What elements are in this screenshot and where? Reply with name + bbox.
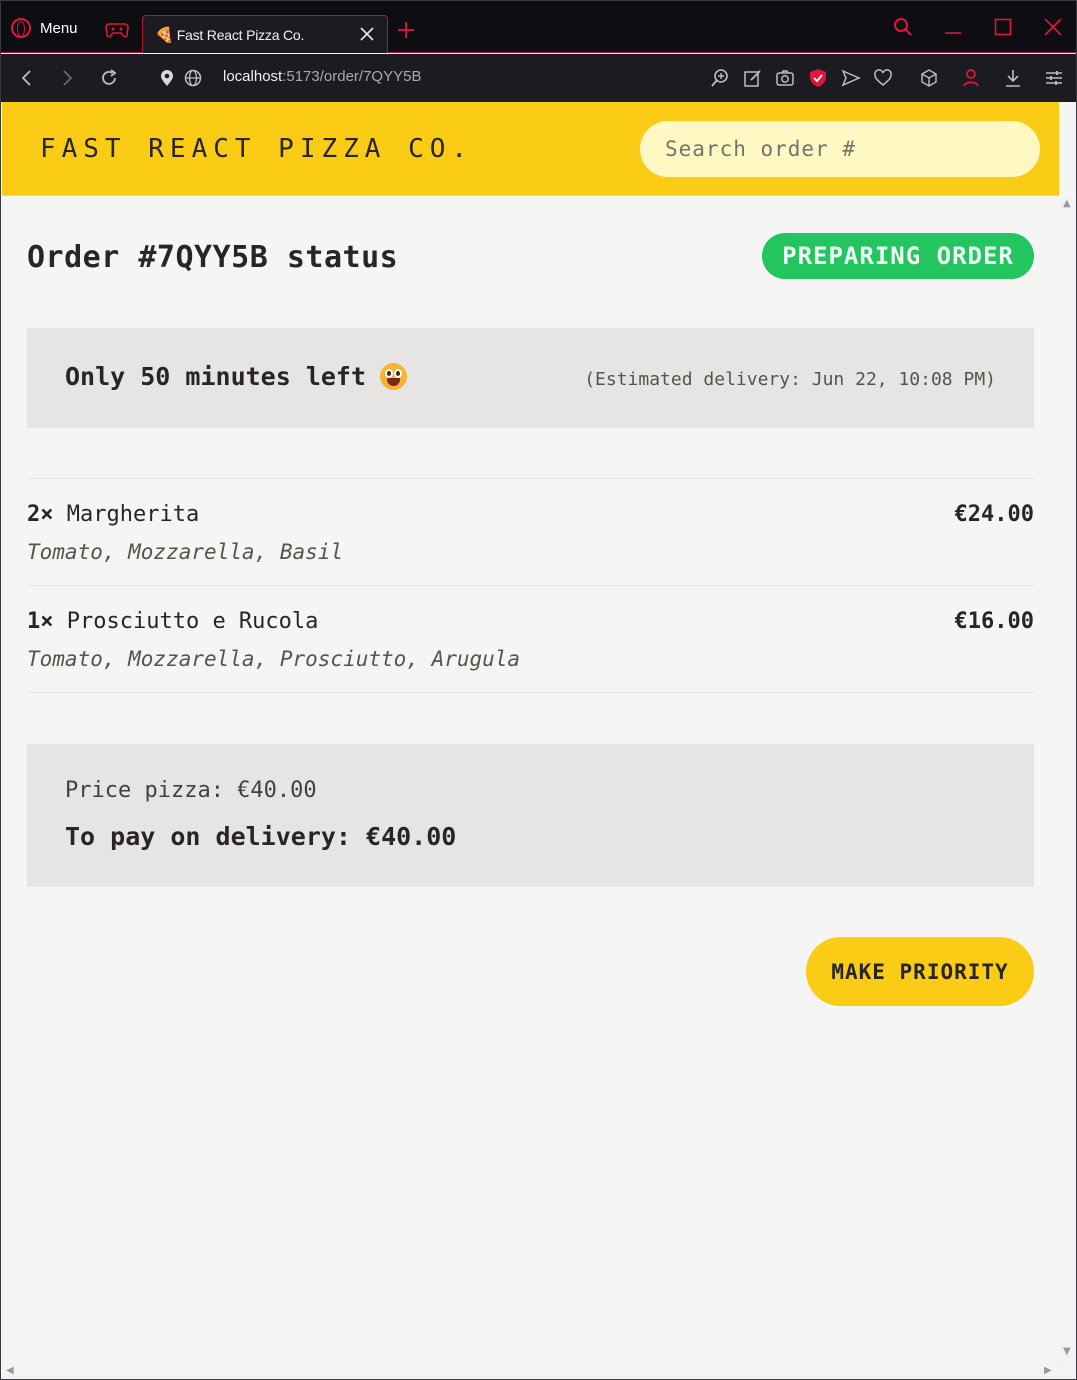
- make-priority-button[interactable]: MAKE PRIORITY: [806, 937, 1034, 1006]
- menu-label: Menu: [40, 19, 78, 37]
- close-window-button[interactable]: [1028, 1, 1076, 53]
- estimated-delivery: (Estimated delivery: Jun 22, 10:08 PM): [584, 369, 996, 390]
- horizontal-scrollbar[interactable]: ◀ ▶: [2, 1363, 1076, 1379]
- item-title: Prosciutto e Rucola: [66, 609, 319, 634]
- zoom-icon[interactable]: [710, 68, 730, 88]
- list-item: 2× Margherita €24.00 Tomato, Mozzarella,…: [27, 479, 1034, 586]
- item-name: 1× Prosciutto e Rucola: [27, 609, 318, 634]
- search-order-input[interactable]: [640, 121, 1040, 177]
- url-field[interactable]: localhost:5173/order/7QYY5B: [223, 68, 421, 85]
- globe-icon[interactable]: [183, 68, 203, 88]
- status-badge: PREPARING ORDER: [762, 233, 1034, 279]
- search-icon: [894, 18, 912, 36]
- item-ingredients: Tomato, Mozzarella, Prosciutto, Arugula: [27, 647, 521, 671]
- heart-icon[interactable]: [873, 68, 893, 88]
- list-item: 1× Prosciutto e Rucola €16.00 Tomato, Mo…: [27, 586, 1034, 693]
- eta-main: Only 50 minutes left: [65, 362, 408, 391]
- download-icon[interactable]: [1003, 68, 1023, 88]
- item-name: 2× Margherita: [27, 502, 199, 527]
- scroll-right-icon[interactable]: ▶: [1044, 1365, 1052, 1376]
- opera-logo-icon: [11, 18, 31, 38]
- close-tab-icon[interactable]: [359, 26, 375, 42]
- to-pay-total: To pay on delivery: €40.00: [65, 822, 457, 851]
- item-quantity: 1×: [27, 609, 54, 634]
- location-pin-icon[interactable]: [157, 68, 177, 88]
- page-viewport: FAST REACT PIZZA CO. Order #7QYY5B statu…: [2, 102, 1059, 1363]
- item-ingredients: Tomato, Mozzarella, Basil: [27, 540, 344, 564]
- scroll-left-icon[interactable]: ◀: [6, 1365, 14, 1376]
- vertical-scrollbar[interactable]: ▲ ▼: [1059, 196, 1076, 1363]
- search-tabs-button[interactable]: [878, 1, 928, 53]
- tab-active[interactable]: 🍕 Fast React Pizza Co.: [142, 15, 388, 53]
- scroll-up-icon[interactable]: ▲: [1063, 198, 1071, 209]
- url-host: localhost: [223, 68, 283, 85]
- eta-main-text: Only 50 minutes left: [65, 362, 367, 391]
- scroll-down-icon[interactable]: ▼: [1063, 1346, 1071, 1357]
- tab-title: Fast React Pizza Co.: [176, 26, 305, 43]
- window-controls: [878, 1, 1076, 53]
- price-summary: Price pizza: €40.00 To pay on delivery: …: [27, 744, 1034, 887]
- back-icon[interactable]: [17, 68, 37, 88]
- pizza-favicon-icon: 🍕: [155, 25, 174, 44]
- browser-window: Menu 🍕 Fast React Pizza Co. localhost:51…: [0, 0, 1077, 1380]
- forward-icon[interactable]: [57, 68, 77, 88]
- page-title: Order #7QYY5B status: [27, 240, 399, 275]
- send-icon[interactable]: [841, 68, 861, 88]
- order-items-list: 2× Margherita €24.00 Tomato, Mozzarella,…: [27, 478, 1034, 693]
- url-path: :5173/order/7QYY5B: [282, 68, 422, 85]
- adblock-shield-icon[interactable]: [808, 68, 828, 88]
- reload-icon[interactable]: [99, 68, 119, 88]
- new-tab-icon[interactable]: [397, 21, 415, 39]
- maximize-icon: [994, 18, 1012, 36]
- item-price: €24.00: [954, 502, 1034, 527]
- edit-share-icon[interactable]: [743, 68, 763, 88]
- camera-icon[interactable]: [775, 68, 795, 88]
- opera-menu-button[interactable]: Menu: [11, 15, 78, 41]
- site-logo[interactable]: FAST REACT PIZZA CO.: [40, 134, 473, 164]
- minimize-icon: [945, 32, 961, 34]
- easy-setup-icon[interactable]: [1044, 68, 1064, 88]
- close-icon: [1044, 18, 1062, 36]
- eta-panel: Only 50 minutes left (Estimated delivery…: [27, 328, 1034, 428]
- profile-icon[interactable]: [961, 68, 981, 88]
- tab-bar: Menu 🍕 Fast React Pizza Co.: [1, 1, 1076, 53]
- item-quantity: 2×: [27, 502, 54, 527]
- item-price: €16.00: [954, 609, 1034, 634]
- item-title: Margherita: [66, 502, 200, 527]
- extensions-cube-icon[interactable]: [919, 68, 939, 88]
- minimize-button[interactable]: [928, 1, 978, 53]
- maximize-button[interactable]: [978, 1, 1028, 53]
- address-bar: localhost:5173/order/7QYY5B: [1, 54, 1076, 102]
- site-header: FAST REACT PIZZA CO.: [2, 102, 1059, 196]
- gamepad-icon[interactable]: [105, 21, 129, 39]
- price-pizza: Price pizza: €40.00: [65, 778, 317, 803]
- grinning-face-icon: [380, 363, 408, 390]
